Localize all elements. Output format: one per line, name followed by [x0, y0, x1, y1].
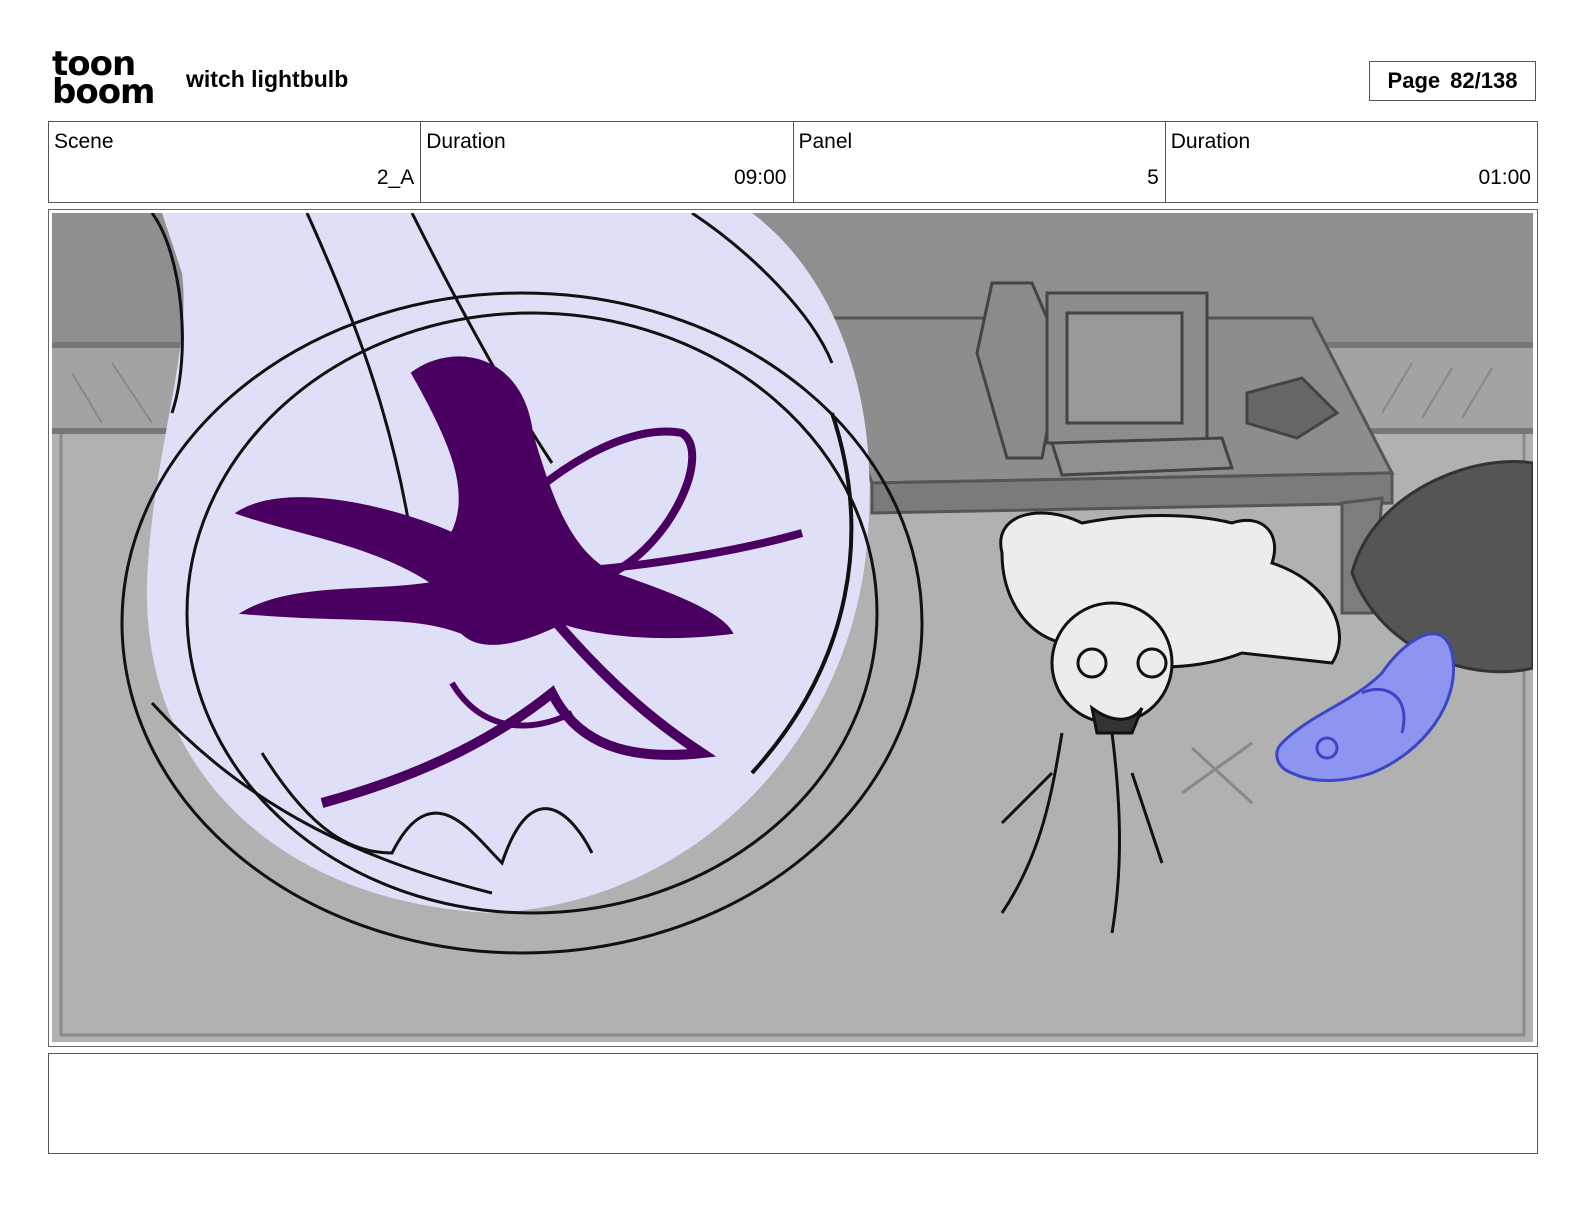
- panel-label: Panel: [798, 130, 853, 153]
- page-indicator: Page 82/138: [1369, 61, 1536, 101]
- panel-duration-label: Duration: [1170, 130, 1251, 153]
- storyboard-title: witch lightbulb: [186, 66, 349, 92]
- panel-sketch: [52, 213, 1533, 1042]
- scene-duration-label: Duration: [426, 130, 506, 153]
- scene-value: 2_A: [376, 166, 415, 189]
- scene-duration-value: 09:00: [733, 166, 787, 189]
- page-number: 82/138: [1450, 68, 1518, 93]
- scene-cell: Scene 2_A: [49, 122, 420, 202]
- page-label: Page: [1387, 68, 1441, 93]
- panel-info-table: Scene 2_A Duration 09:00 Panel 5 Duratio…: [48, 121, 1538, 203]
- panel-value: 5: [1147, 166, 1159, 189]
- panel-duration-value: 01:00: [1478, 166, 1531, 189]
- panel-cell: Panel 5: [792, 122, 1165, 202]
- toonboom-logo: toon boom: [52, 47, 164, 114]
- logo-line-2: boom: [52, 72, 155, 112]
- scene-label: Scene: [54, 130, 114, 153]
- panel-notes-box: [48, 1053, 1538, 1154]
- storyboard-panel-image: [48, 209, 1538, 1047]
- scene-duration-cell: Duration 09:00: [420, 122, 792, 202]
- panel-duration-cell: Duration 01:00: [1164, 122, 1537, 202]
